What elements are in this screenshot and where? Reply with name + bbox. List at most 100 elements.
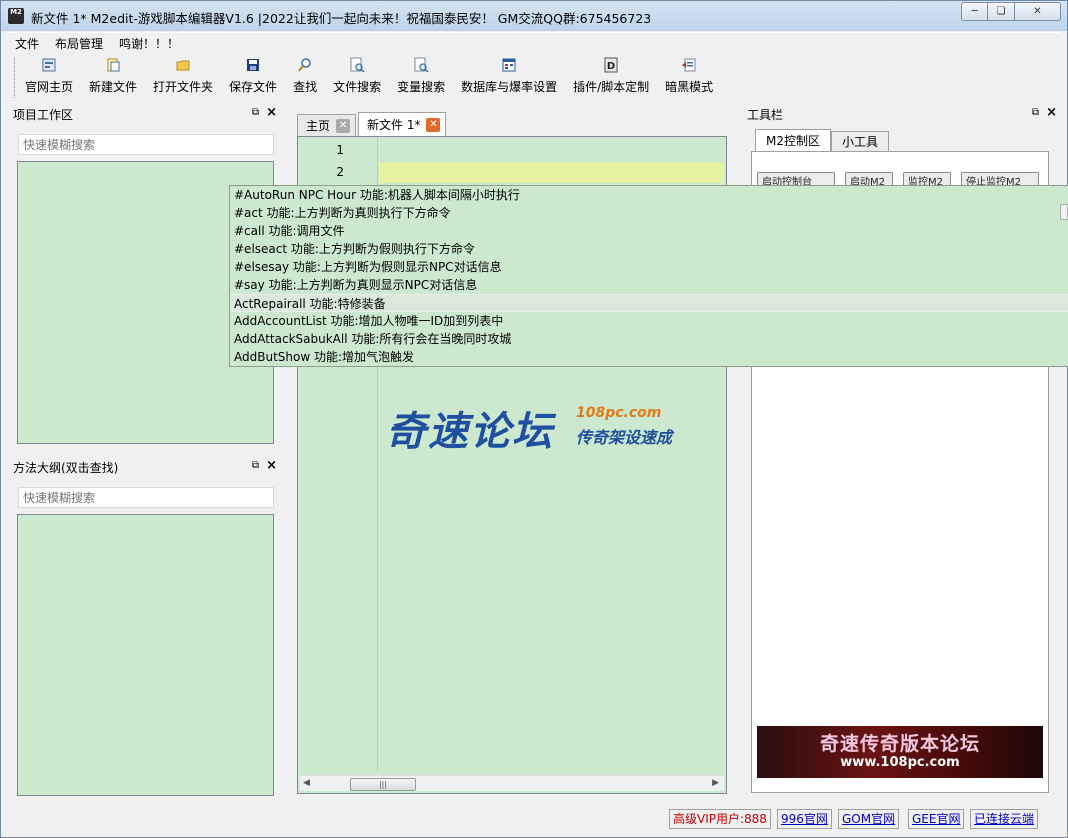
close-icon[interactable]: × bbox=[266, 458, 277, 473]
toolbar-label: 打开文件夹 bbox=[153, 80, 214, 94]
close-button[interactable]: ✕ bbox=[1015, 2, 1061, 21]
toolbar-new-file-button[interactable]: 新建文件 bbox=[81, 54, 145, 95]
link-996[interactable]: 996官网 bbox=[777, 809, 832, 829]
toolbar-plugin-button[interactable]: D 插件/脚本定制 bbox=[565, 54, 657, 95]
toolbar-dark-mode-button[interactable]: 暗黑模式 bbox=[657, 54, 721, 95]
autocomplete-item[interactable]: AddAccountList 功能:增加人物唯一ID加到列表中 bbox=[230, 312, 1068, 330]
float-icon[interactable]: ⧉ bbox=[252, 460, 259, 471]
close-icon[interactable]: ✕ bbox=[336, 118, 351, 133]
toolbar-label: 保存文件 bbox=[229, 80, 278, 94]
autocomplete-item[interactable]: #say 功能:上方判断为真则显示NPC对话信息 bbox=[230, 276, 1068, 294]
watermark-title: 奇速论坛 bbox=[386, 409, 554, 455]
menu-bar: 文件 布局管理 鸣谢！！！ bbox=[7, 32, 1061, 53]
file-search-icon bbox=[349, 57, 365, 73]
forum-banner[interactable]: 奇速传奇版本论坛 www.108pc.com bbox=[757, 726, 1043, 778]
toolbar-database-button[interactable]: 数据库与爆率设置 bbox=[453, 54, 565, 95]
autocomplete-item[interactable]: #elsesay 功能:上方判断为假则显示NPC对话信息 bbox=[230, 258, 1068, 276]
line-number: 1 bbox=[336, 143, 344, 157]
toolbar-variable-search-button[interactable]: 变量搜索 bbox=[389, 54, 453, 95]
method-outline-dock: 方法大纲(双击查找) ⧉ × bbox=[11, 458, 281, 798]
toolbar-label: 变量搜索 bbox=[397, 80, 446, 94]
close-icon[interactable]: × bbox=[266, 105, 277, 120]
autocomplete-popup: #AutoRun NPC Hour 功能:机器人脚本间隔小时执行 #act 功能:… bbox=[229, 185, 1068, 367]
home-page-icon bbox=[41, 57, 57, 73]
tab-new-file[interactable]: 新文件 1* ✕ bbox=[358, 112, 447, 136]
maximize-button[interactable]: ❏ bbox=[988, 2, 1015, 21]
dock-title-bar[interactable]: 方法大纲(双击查找) ⧉ × bbox=[11, 458, 281, 476]
save-icon bbox=[245, 57, 261, 73]
toolbar-save-button[interactable]: 保存文件 bbox=[221, 54, 285, 95]
current-line-highlight bbox=[379, 162, 724, 183]
toolbar-label: 数据库与爆率设置 bbox=[461, 80, 558, 94]
popup-scrollbar[interactable] bbox=[1060, 204, 1068, 220]
dock-title-bar[interactable]: 项目工作区 ⧉ × bbox=[11, 105, 281, 123]
watermark-url: 108pc.com bbox=[576, 405, 662, 421]
status-bar: 高级VIP用户:888 996官网 GOM官网 GEE官网 已连接云端 bbox=[7, 807, 1061, 831]
toolbar-label: 官网主页 bbox=[25, 80, 74, 94]
app-window: M2 新文件 1* M2edit-游戏脚本编辑器V1.6 |2022让我们一起向… bbox=[0, 0, 1068, 838]
close-icon[interactable]: × bbox=[1046, 105, 1057, 120]
editor-tabs: 主页 ✕ 新文件 1* ✕ bbox=[297, 112, 448, 136]
toolbar-label: 新建文件 bbox=[89, 80, 138, 94]
link-gom[interactable]: GOM官网 bbox=[838, 809, 900, 829]
autocomplete-item[interactable]: AddAttackSabukAll 功能:所有行会在当晚同时攻城 bbox=[230, 330, 1068, 348]
window-title: 新文件 1* M2edit-游戏脚本编辑器V1.6 |2022让我们一起向未来！… bbox=[31, 11, 652, 26]
toolbar-home-button[interactable]: 官网主页 bbox=[17, 54, 81, 95]
tab-tools[interactable]: 小工具 bbox=[831, 131, 890, 151]
toolbar-label: 文件搜索 bbox=[333, 80, 382, 94]
menu-file[interactable]: 文件 bbox=[7, 35, 47, 52]
tab-home[interactable]: 主页 ✕ bbox=[297, 114, 357, 136]
search-icon bbox=[297, 57, 313, 73]
autocomplete-item[interactable]: #act 功能:上方判断为真则执行下方命令 bbox=[230, 204, 1068, 222]
plugin-icon: D bbox=[603, 57, 619, 73]
menu-layout[interactable]: 布局管理 bbox=[47, 35, 111, 52]
autocomplete-item[interactable]: #elseact 功能:上方判断为假则执行下方命令 bbox=[230, 240, 1068, 258]
minimize-icon: ─ bbox=[971, 6, 978, 17]
tab-m2-control[interactable]: M2控制区 bbox=[755, 129, 831, 151]
scroll-left-icon[interactable]: ◀ bbox=[303, 778, 310, 788]
horizontal-scrollbar[interactable]: ◀ ||| ▶ bbox=[300, 775, 724, 791]
link-gee[interactable]: GEE官网 bbox=[908, 809, 965, 829]
toolbar-file-search-button[interactable]: 文件搜索 bbox=[325, 54, 389, 95]
toolbar-open-folder-button[interactable]: 打开文件夹 bbox=[145, 54, 221, 95]
window-controls: ─ ❏ ✕ bbox=[961, 2, 1061, 21]
autocomplete-item[interactable]: #AutoRun NPC Hour 功能:机器人脚本间隔小时执行 bbox=[230, 186, 1068, 204]
dark-mode-icon bbox=[681, 57, 697, 73]
float-icon[interactable]: ⧉ bbox=[1032, 107, 1039, 118]
database-icon bbox=[501, 57, 517, 73]
title-bar[interactable]: M2 新文件 1* M2edit-游戏脚本编辑器V1.6 |2022让我们一起向… bbox=[1, 1, 1067, 31]
line-number: 2 bbox=[336, 165, 344, 179]
outline-search-input[interactable] bbox=[18, 487, 274, 508]
menu-thanks[interactable]: 鸣谢！！！ bbox=[111, 35, 187, 52]
autocomplete-list: #AutoRun NPC Hour 功能:机器人脚本间隔小时执行 #act 功能:… bbox=[230, 186, 1068, 366]
dock-title-bar[interactable]: 工具栏 ⧉ × bbox=[745, 105, 1061, 123]
folder-icon bbox=[175, 57, 191, 73]
tab-label: 新文件 1* bbox=[367, 118, 421, 132]
watermark-logo: 奇速论坛 108pc.com 传奇架设速成 bbox=[386, 399, 672, 457]
toolbar-find-button[interactable]: 查找 bbox=[285, 54, 325, 95]
autocomplete-item[interactable]: AddButShow 功能:增加气泡触发 bbox=[230, 348, 1068, 366]
banner-url: www.108pc.com bbox=[840, 755, 960, 770]
app-icon: M2 bbox=[8, 8, 24, 24]
tab-label: 主页 bbox=[306, 119, 331, 133]
autocomplete-item[interactable]: #call 功能:调用文件 bbox=[230, 222, 1068, 240]
cloud-status-link[interactable]: 已连接云端 bbox=[970, 809, 1039, 829]
toolbar: 官网主页 新建文件 打开文件夹 保存文件 查找 文件搜索 变量搜索 数据库与爆率… bbox=[7, 54, 1061, 102]
new-file-icon bbox=[105, 57, 121, 73]
dock-title: 工具栏 bbox=[747, 108, 784, 122]
variable-search-icon bbox=[413, 57, 429, 73]
toolbar-grip[interactable] bbox=[14, 58, 16, 98]
dock-title: 方法大纲(双击查找) bbox=[13, 461, 119, 475]
autocomplete-item[interactable]: ActRepairall 功能:特修装备 bbox=[230, 294, 1068, 312]
dock-title: 项目工作区 bbox=[13, 108, 74, 122]
outline-list[interactable] bbox=[17, 514, 274, 796]
minimize-button[interactable]: ─ bbox=[961, 2, 988, 21]
toolbar-label: 查找 bbox=[293, 80, 318, 94]
banner-title: 奇速传奇版本论坛 bbox=[819, 733, 980, 755]
float-icon[interactable]: ⧉ bbox=[252, 107, 259, 118]
tool-tabs: M2控制区 小工具 bbox=[755, 129, 890, 151]
project-search-input[interactable] bbox=[18, 134, 274, 155]
scroll-thumb[interactable]: ||| bbox=[350, 778, 416, 791]
scroll-right-icon[interactable]: ▶ bbox=[712, 778, 719, 788]
close-icon[interactable]: ✕ bbox=[426, 117, 441, 132]
